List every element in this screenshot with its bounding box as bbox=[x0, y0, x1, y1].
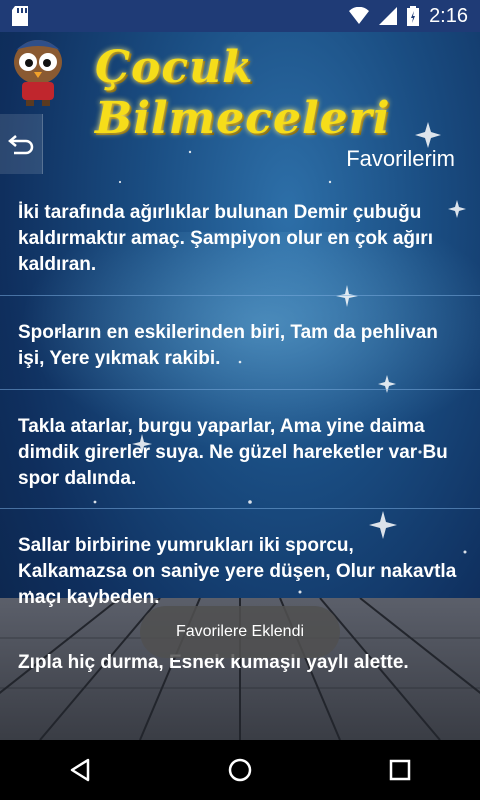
back-arrow-icon bbox=[8, 135, 34, 155]
list-item[interactable]: Takla atarlar, burgu yaparlar, Ama yine … bbox=[18, 414, 466, 492]
recents-square-icon bbox=[389, 759, 411, 781]
signal-icon bbox=[379, 7, 398, 25]
list-item[interactable]: Sallar birbirine yumrukları iki sporcu, … bbox=[18, 533, 466, 611]
divider bbox=[0, 295, 480, 296]
home-circle-icon bbox=[228, 758, 252, 782]
status-bar: 2:16 bbox=[0, 0, 480, 32]
toast-message: Favorilere Eklendi bbox=[140, 606, 340, 658]
battery-icon bbox=[407, 6, 420, 26]
navigation-bar bbox=[0, 740, 480, 800]
nav-home-button[interactable] bbox=[210, 740, 270, 800]
nav-recents-button[interactable] bbox=[370, 740, 430, 800]
list-item[interactable]: Sporların en eskilerinden biri, Tam da p… bbox=[18, 320, 466, 372]
divider bbox=[0, 389, 480, 390]
nav-back-button[interactable] bbox=[50, 740, 110, 800]
clock: 2:16 bbox=[429, 4, 468, 27]
wifi-icon bbox=[349, 7, 370, 24]
divider bbox=[0, 508, 480, 509]
page-title: Favorilerim bbox=[346, 146, 455, 171]
owl-mascot-icon bbox=[14, 40, 62, 106]
back-button[interactable] bbox=[0, 114, 43, 174]
app-title: Çocuk Bilmeceleri bbox=[95, 42, 391, 144]
list-item[interactable]: İki tarafında ağırlıklar bulunan Demir ç… bbox=[18, 200, 466, 278]
app-header: Çocuk Bilmeceleri bbox=[0, 32, 480, 144]
back-triangle-icon bbox=[70, 758, 90, 782]
sd-card-icon bbox=[12, 6, 28, 26]
